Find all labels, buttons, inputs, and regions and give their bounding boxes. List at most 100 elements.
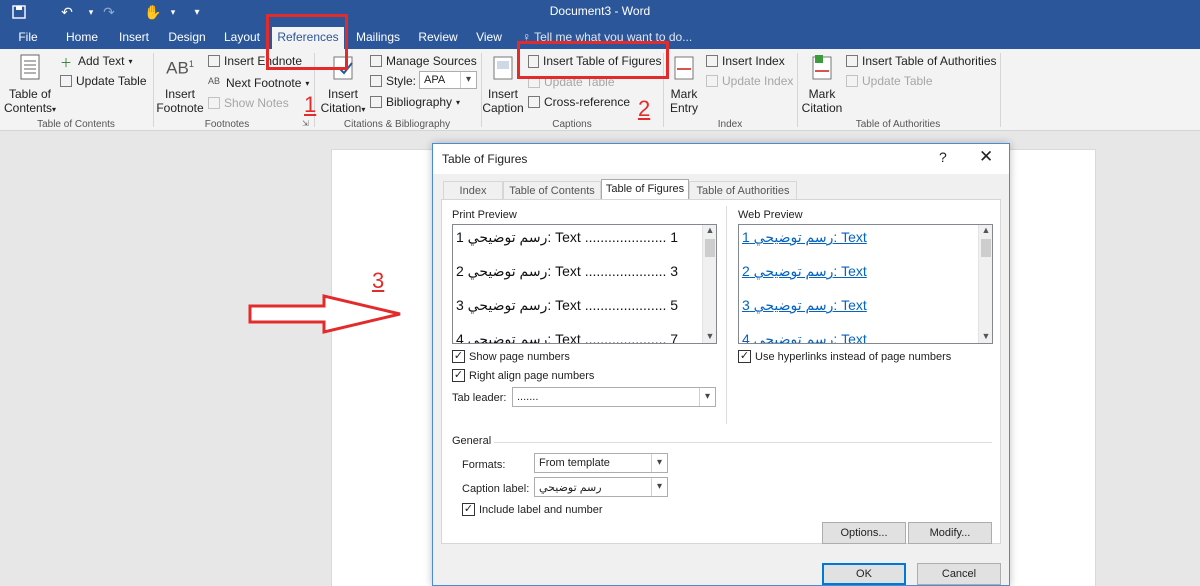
next-footnote-button[interactable]: AB Next Footnote ▾ xyxy=(208,76,309,90)
chevron-down-icon[interactable]: ▼ xyxy=(703,331,716,341)
manage-sources-button[interactable]: Manage Sources xyxy=(370,54,477,68)
web-preview-link[interactable]: رسم توضيحي 3: Text xyxy=(742,297,867,314)
update-toa-label: Update Table xyxy=(862,74,933,88)
table-of-contents-button[interactable]: Table of Contents▾ xyxy=(4,53,56,117)
caption-label-select[interactable]: رسم توضيحي ▾ xyxy=(534,477,668,497)
group-label-index: Index xyxy=(717,119,743,130)
style-control: Style: xyxy=(370,74,416,88)
tab-insert[interactable]: Insert xyxy=(112,27,156,49)
add-text-button[interactable]: ＋ Add Text ▾ xyxy=(60,54,133,70)
chevron-down-icon[interactable]: ▾ xyxy=(460,72,476,88)
chevron-up-icon[interactable]: ▲ xyxy=(979,225,992,235)
update-toa-button[interactable]: Update Table xyxy=(846,74,933,88)
formats-value: From template xyxy=(539,457,610,469)
next-footnote-label: Next Footnote xyxy=(226,76,302,90)
insert-index-button[interactable]: Insert Index xyxy=(706,54,785,68)
chevron-down-icon[interactable]: ▾ xyxy=(651,454,667,472)
chevron-down-icon[interactable]: ▼ xyxy=(979,331,992,341)
caption-icon xyxy=(493,56,513,80)
ribbon-separator xyxy=(1000,53,1001,127)
update-table-label: Update Table xyxy=(76,74,147,88)
tab-layout[interactable]: Layout xyxy=(218,27,266,49)
print-preview-box[interactable]: رسم توضيحي 1: Text .....................… xyxy=(452,224,717,344)
tab-table-of-contents[interactable]: Table of Contents xyxy=(503,181,601,200)
annotation-box-insert-tof xyxy=(517,41,669,79)
style-label: Style: xyxy=(386,74,417,88)
style-select[interactable]: APA ▾ xyxy=(419,71,477,89)
tab-table-of-figures[interactable]: Table of Figures xyxy=(601,179,689,200)
caption-label-label: Caption label: xyxy=(462,483,530,495)
dialog-launcher-icon[interactable]: ⇲ xyxy=(302,119,309,128)
web-preview-link[interactable]: رسم توضيحي 1: Text xyxy=(742,229,867,246)
close-icon[interactable]: ✕ xyxy=(979,147,993,167)
cross-reference-label: Cross-reference xyxy=(544,95,631,109)
formats-select[interactable]: From template ▾ xyxy=(534,453,668,473)
tab-index[interactable]: Index xyxy=(443,181,503,200)
update-index-button[interactable]: Update Index xyxy=(706,74,793,88)
insert-toa-button[interactable]: Insert Table of Authorities xyxy=(846,54,997,68)
web-preview-label: Web Preview xyxy=(738,209,803,221)
right-align-checkbox[interactable]: ✓ Right align page numbers xyxy=(452,369,594,382)
checkmark-icon: ✓ xyxy=(462,503,475,516)
mark-entry-button[interactable]: Mark Entry xyxy=(664,53,704,115)
tab-home[interactable]: Home xyxy=(60,27,104,49)
footnote-icon: AB1 xyxy=(166,58,194,78)
title-bar: ↶ ▾ ↷ ✋ ▾ ▾ Document3 - Word xyxy=(0,0,1200,24)
chevron-down-icon: ▾ xyxy=(361,105,366,114)
dialog-title: Table of Figures xyxy=(442,152,528,166)
show-notes-icon xyxy=(208,97,220,109)
scroll-thumb[interactable] xyxy=(981,239,991,257)
tab-design[interactable]: Design xyxy=(164,27,210,49)
bibliography-button[interactable]: Bibliography ▾ xyxy=(370,95,460,109)
chevron-down-icon[interactable]: ▾ xyxy=(699,388,715,406)
web-preview-link[interactable]: رسم توضيحي 4: Text xyxy=(742,331,867,343)
tab-leader-select[interactable]: ....... ▾ xyxy=(512,387,716,407)
chevron-up-icon[interactable]: ▲ xyxy=(703,225,716,235)
column-divider xyxy=(726,206,727,424)
cross-reference-button[interactable]: Cross-reference xyxy=(528,95,630,109)
show-page-numbers-checkbox[interactable]: ✓ Show page numbers xyxy=(452,350,570,363)
style-value: APA xyxy=(424,74,446,86)
insert-index-icon xyxy=(706,55,718,67)
include-label-text: Include label and number xyxy=(479,503,603,516)
general-label: General xyxy=(452,435,492,447)
ok-button[interactable]: OK xyxy=(822,563,906,585)
tab-review[interactable]: Review xyxy=(414,27,462,49)
help-icon[interactable]: ? xyxy=(939,149,947,165)
insert-footnote-button[interactable]: AB1 Insert Footnote xyxy=(154,57,206,115)
web-preview-link[interactable]: رسم توضيحي 2: Text xyxy=(742,263,867,280)
chevron-down-icon[interactable]: ▾ xyxy=(651,478,667,496)
print-preview-row: رسم توضيحي 3: Text .....................… xyxy=(456,297,679,313)
print-preview-scrollbar[interactable]: ▲ ▼ xyxy=(702,225,716,343)
print-preview-row: رسم توضيحي 1: Text .....................… xyxy=(456,229,679,245)
update-table-icon xyxy=(846,75,858,87)
tab-table-of-authorities[interactable]: Table of Authorities xyxy=(689,181,797,200)
mark-entry-label: Mark Entry xyxy=(669,87,698,115)
web-preview-scrollbar[interactable]: ▲ ▼ xyxy=(978,225,992,343)
web-preview-box[interactable]: رسم توضيحي 1: Text رسم توضيحي 2: Text رس… xyxy=(738,224,993,344)
show-notes-button[interactable]: Show Notes xyxy=(208,96,289,110)
tab-view[interactable]: View xyxy=(468,27,510,49)
mark-citation-label: Mark Citation xyxy=(801,87,843,115)
scroll-thumb[interactable] xyxy=(705,239,715,257)
mark-entry-icon xyxy=(674,56,694,80)
update-table-button[interactable]: Update Table xyxy=(60,74,147,88)
show-notes-label: Show Notes xyxy=(224,96,289,110)
mark-citation-icon xyxy=(812,55,832,80)
next-footnote-icon: AB xyxy=(208,76,221,86)
options-button[interactable]: Options... xyxy=(822,522,906,544)
use-hyperlinks-checkbox[interactable]: ✓ Use hyperlinks instead of page numbers xyxy=(738,350,951,363)
tab-file[interactable]: File xyxy=(10,27,46,49)
include-label-checkbox[interactable]: ✓ Include label and number xyxy=(462,503,603,516)
modify-button[interactable]: Modify... xyxy=(908,522,992,544)
chevron-down-icon: ▾ xyxy=(128,56,133,66)
tab-mailings[interactable]: Mailings xyxy=(350,27,406,49)
window-title: Document3 - Word xyxy=(549,4,651,18)
annotation-arrow-icon xyxy=(248,294,401,334)
caption-label-value: رسم توضيحي xyxy=(539,482,602,494)
annotation-box-references xyxy=(266,14,348,70)
style-icon xyxy=(370,75,382,87)
cancel-button[interactable]: Cancel xyxy=(917,563,1001,585)
print-preview-label: Print Preview xyxy=(452,209,517,221)
mark-citation-button[interactable]: Mark Citation xyxy=(798,53,846,115)
